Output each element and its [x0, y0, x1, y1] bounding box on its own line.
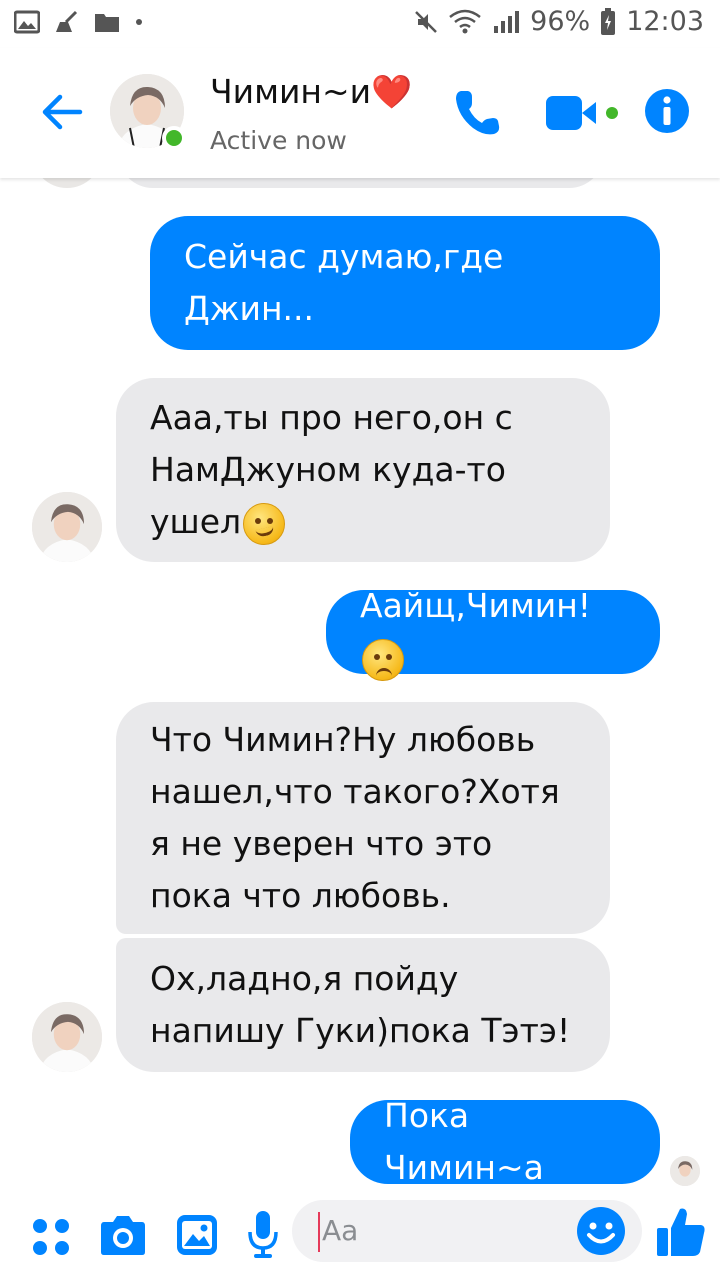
contact-message-avatar[interactable]: [32, 492, 102, 562]
wifi-icon: [449, 9, 481, 33]
gallery-notification-icon: [14, 10, 40, 34]
folder-notification-icon: [95, 14, 119, 32]
message-text: Пока Чимин~а: [384, 1096, 544, 1187]
contact-message-avatar: [32, 178, 102, 188]
phone-call-icon[interactable]: [452, 86, 504, 138]
message-bubble-outgoing[interactable]: Сейчас думаю,где Джин...: [150, 216, 660, 350]
seen-receipt-avatar: [670, 1156, 700, 1186]
mute-icon: [415, 10, 438, 33]
more-notifications-dot: [136, 19, 142, 25]
microphone-icon[interactable]: [248, 1210, 278, 1258]
signal-icon: [494, 10, 520, 33]
smirk-emoji: [243, 502, 286, 545]
emoji-picker-icon[interactable]: [576, 1206, 626, 1256]
camera-icon[interactable]: [100, 1214, 146, 1256]
contact-name[interactable]: Чимин~и❤️: [210, 72, 412, 112]
video-call-icon[interactable]: [544, 90, 624, 138]
status-bar: 96% 12:03: [0, 0, 720, 48]
message-input-placeholder: Aa: [322, 1214, 359, 1247]
confused-emoji: [362, 638, 404, 681]
gallery-icon[interactable]: [176, 1214, 218, 1256]
battery-percent: 96%: [530, 6, 591, 37]
previous-message-bubble: [118, 178, 604, 188]
message-list[interactable]: Сейчас думаю,где Джин... Ааа,ты про него…: [0, 178, 720, 1188]
battery-icon: [601, 7, 616, 35]
message-text: Сейчас думаю,где Джин...: [184, 237, 504, 328]
message-text: Аайщ,Чимин!: [360, 580, 626, 684]
contact-message-avatar[interactable]: [32, 1002, 102, 1072]
info-icon[interactable]: [644, 88, 690, 134]
cleaner-notification-icon: [56, 10, 78, 32]
message-text: Ох,ладно,я пойду напишу Гуки)пока Тэтэ!: [150, 959, 571, 1050]
message-bubble-incoming[interactable]: Что Чимин?Ну любовь нашел,что такого?Хот…: [116, 702, 610, 934]
message-bubble-outgoing[interactable]: Аайщ,Чимин!: [326, 586, 660, 681]
apps-grid-icon[interactable]: [32, 1218, 70, 1256]
message-bubble-outgoing[interactable]: Пока Чимин~а: [350, 1096, 660, 1187]
message-text: Что Чимин?Ну любовь нашел,что такого?Хот…: [150, 720, 560, 915]
back-arrow-icon[interactable]: [38, 88, 86, 136]
contact-avatar[interactable]: [110, 74, 186, 150]
message-composer: Aa: [0, 1188, 720, 1280]
conversation-header: Чимин~и❤️ Active now: [0, 48, 720, 178]
active-status: Active now: [210, 126, 347, 155]
message-bubble-incoming[interactable]: Ааа,ты про него,он с НамДжуном куда-то у…: [116, 378, 610, 562]
message-bubble-incoming[interactable]: Ох,ладно,я пойду напишу Гуки)пока Тэтэ!: [116, 938, 610, 1072]
text-cursor: [318, 1212, 320, 1252]
avatar-photo: [32, 492, 102, 562]
message-text: Ааа,ты про него,он с НамДжуном куда-то у…: [150, 392, 576, 548]
online-indicator: [162, 126, 186, 150]
thumbs-up-icon[interactable]: [656, 1206, 706, 1258]
message-input[interactable]: Aa: [292, 1200, 642, 1262]
avatar-photo: [32, 1002, 102, 1072]
clock: 12:03: [626, 6, 704, 37]
